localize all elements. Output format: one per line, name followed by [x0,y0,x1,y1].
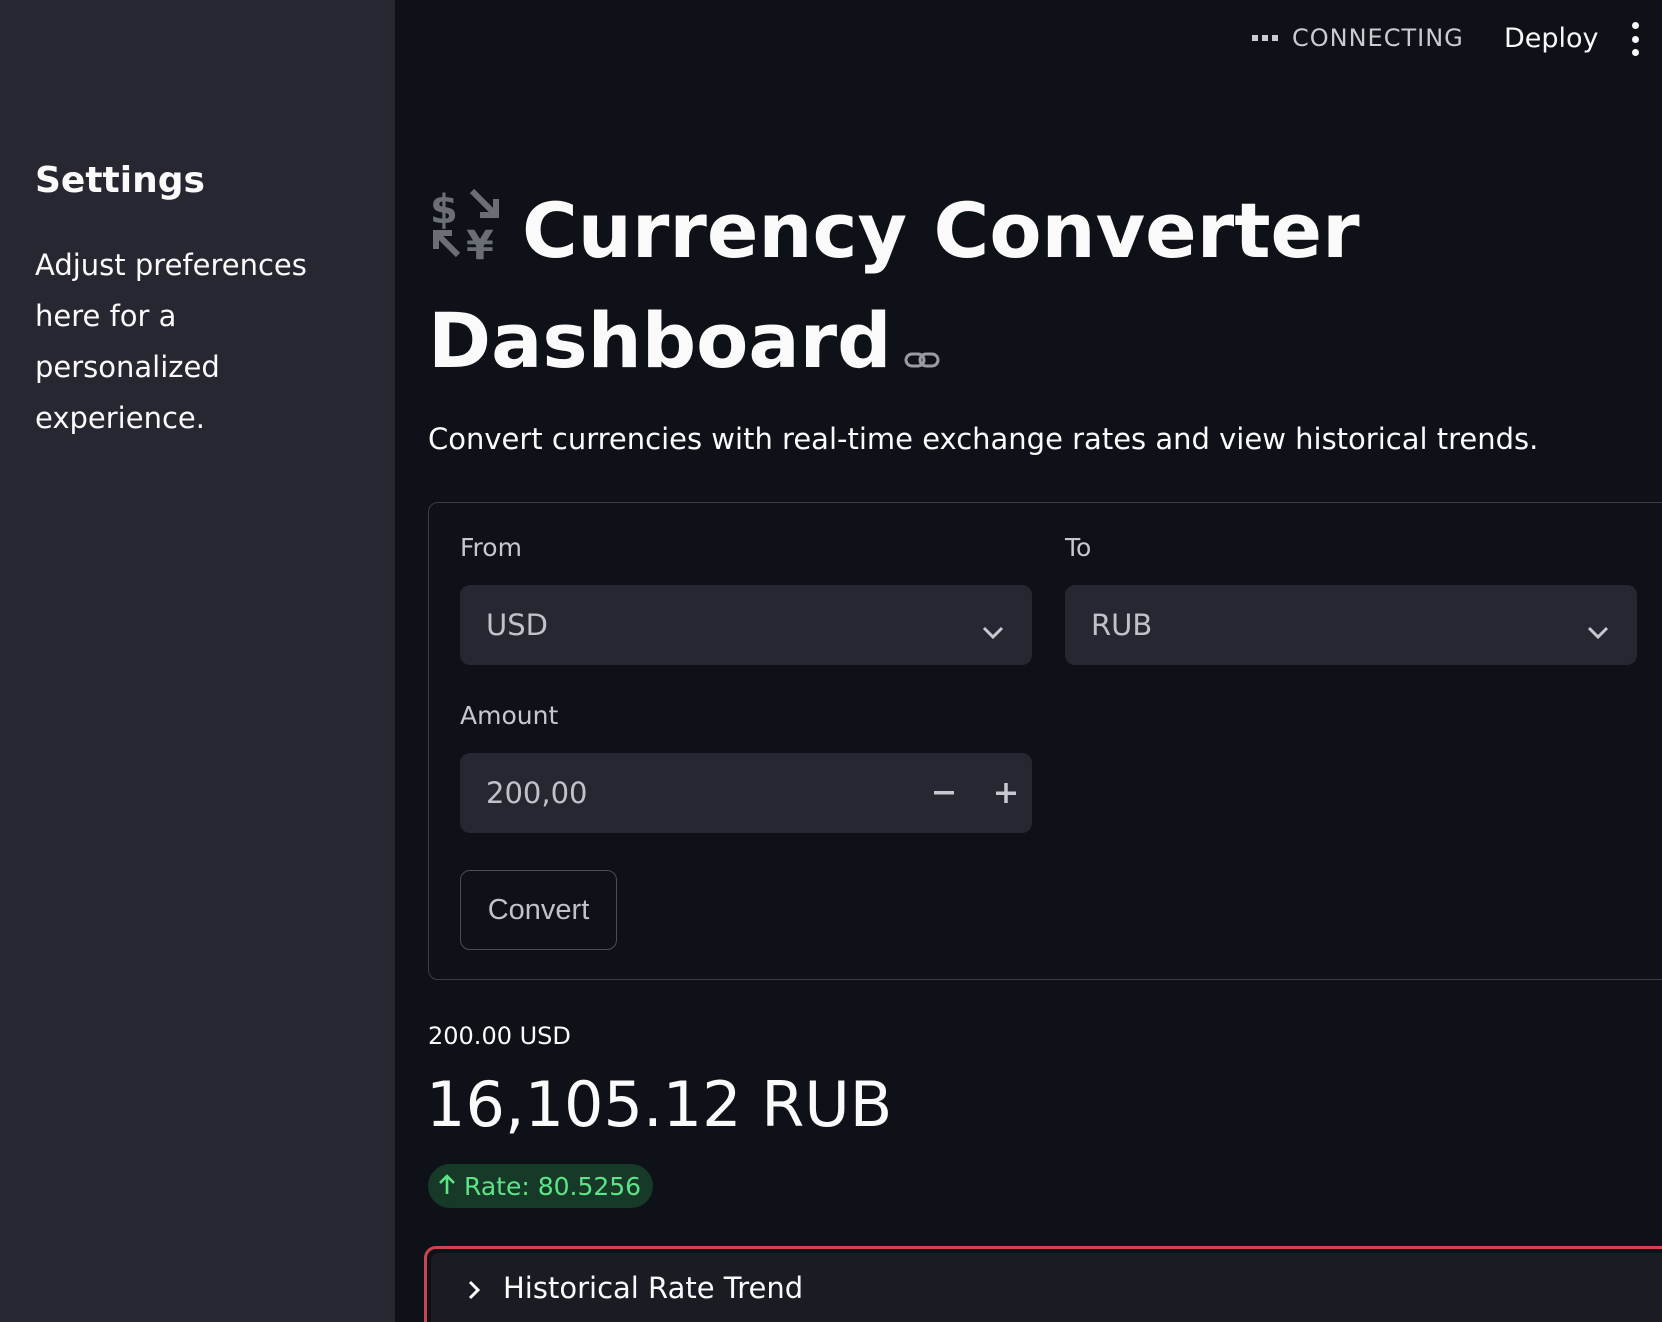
to-label: To [1065,533,1092,562]
metric-value: 16,105.12 RUB [426,1068,893,1141]
amount-input[interactable]: 200,00 [460,753,1032,833]
svg-text:$: $ [430,187,458,233]
sidebar: Settings Adjust preferences here for a p… [0,0,395,1322]
increment-button[interactable] [988,775,1024,811]
amount-value: 200,00 [486,776,588,810]
connection-status: CONNECTING [1252,20,1464,56]
from-currency-value: USD [486,608,548,642]
sidebar-title: Settings [35,160,205,201]
convert-button[interactable]: Convert [460,870,617,950]
deploy-button[interactable]: Deploy [1504,18,1599,58]
app: Settings Adjust preferences here for a p… [0,0,1662,1322]
svg-text:¥: ¥ [466,223,494,261]
chevron-down-icon [1587,613,1609,647]
link-icon[interactable] [904,293,940,399]
arrow-up-icon [438,1172,456,1201]
main-menu-icon[interactable] [1628,22,1642,56]
page-subtitle: Convert currencies with real-time exchan… [428,422,1539,456]
page-title: Currency Converter Dashboard [428,186,1360,385]
from-label: From [460,533,522,562]
converter-form: From USD To RUB Amount 200,00 Convert [428,502,1662,980]
rate-badge: Rate: 80.5256 [428,1164,654,1208]
metric-label: 200.00 USD [428,1022,571,1050]
status-text: CONNECTING [1292,24,1464,52]
rate-text: Rate: 80.5256 [464,1171,642,1201]
from-currency-select[interactable]: USD [460,585,1032,665]
to-currency-select[interactable]: RUB [1065,585,1637,665]
currency-exchange-icon: $ ¥ [428,182,504,288]
to-currency-value: RUB [1091,608,1153,642]
status-dots-icon [1252,35,1278,41]
expander-header[interactable]: Historical Rate Trend [431,1253,1662,1322]
page-title-block: $ ¥ Currency Converter Dashboard [428,178,1648,399]
sidebar-description: Adjust preferences here for a personaliz… [35,248,307,435]
expander-label: Historical Rate Trend [503,1271,804,1305]
historical-trend-expander[interactable]: Historical Rate Trend [424,1246,1662,1322]
chevron-right-icon [467,1271,481,1305]
chevron-down-icon [982,613,1004,647]
amount-label: Amount [460,701,559,730]
decrement-button[interactable] [926,775,962,811]
